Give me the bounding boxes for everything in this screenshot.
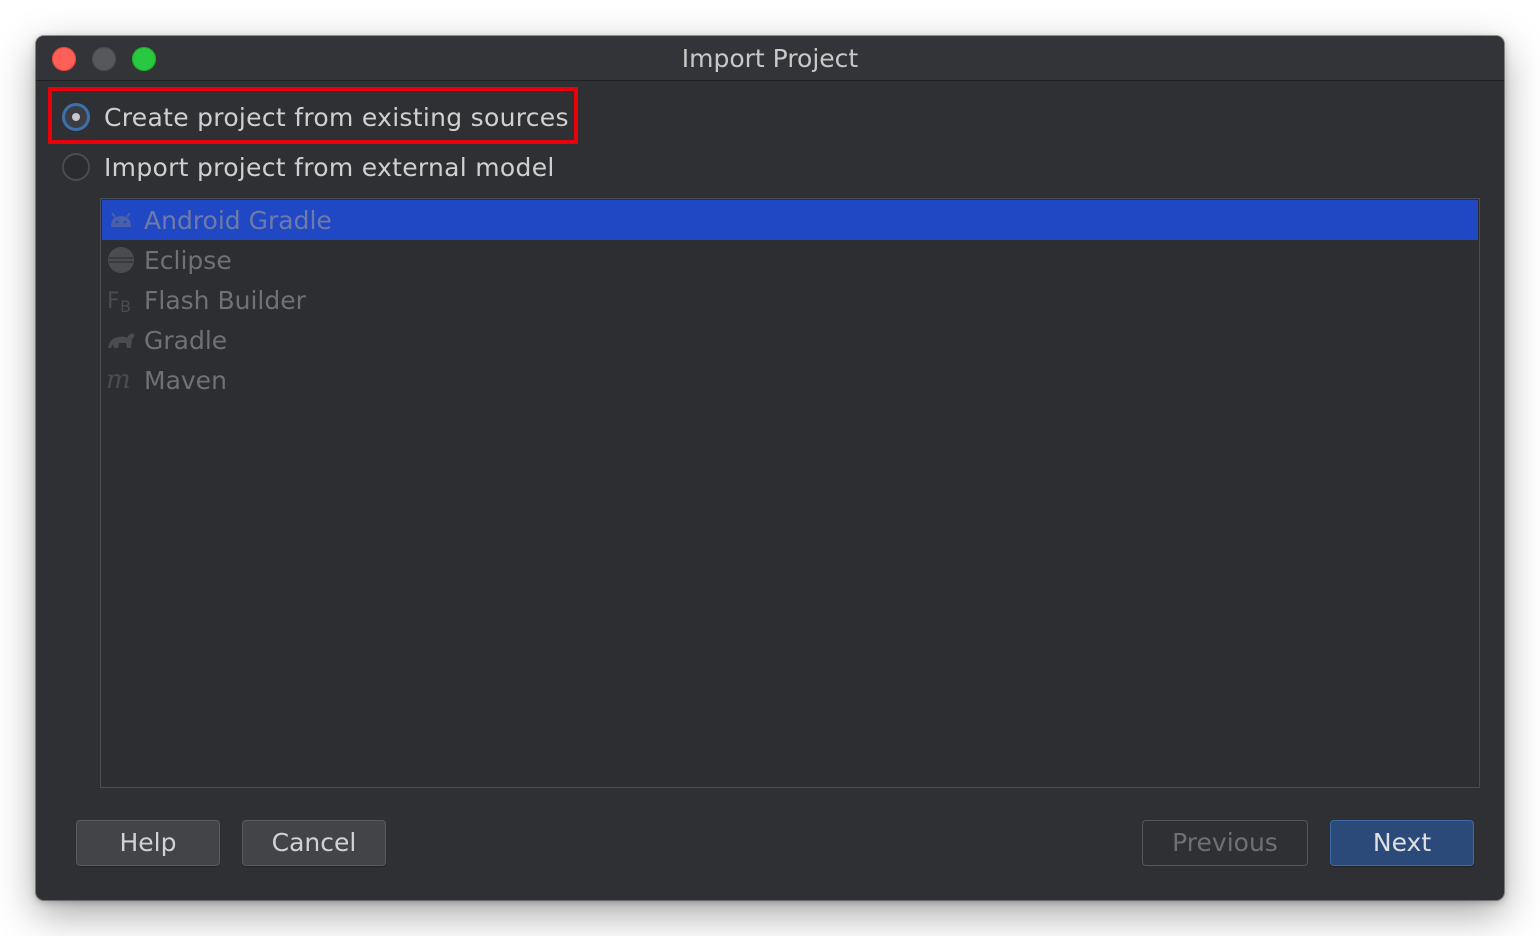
maven-icon: m bbox=[106, 365, 136, 395]
list-item-label: Eclipse bbox=[144, 245, 232, 275]
radio-selected[interactable] bbox=[62, 103, 90, 131]
list-item-gradle[interactable]: Gradle bbox=[102, 320, 1478, 360]
svg-text:F: F bbox=[107, 289, 120, 314]
option-label: Import project from external model bbox=[104, 152, 555, 182]
list-item-label: Android Gradle bbox=[144, 205, 332, 235]
flash-builder-icon: F B bbox=[106, 285, 136, 315]
list-item-label: Maven bbox=[144, 365, 227, 395]
list-item-android-gradle[interactable]: Android Gradle bbox=[102, 200, 1478, 240]
svg-text:B: B bbox=[120, 297, 131, 314]
option-create-from-existing-sources[interactable]: Create project from existing sources bbox=[62, 97, 569, 137]
list-item-label: Flash Builder bbox=[144, 285, 306, 315]
svg-text:m: m bbox=[106, 367, 131, 393]
title-bar: Import Project bbox=[36, 36, 1504, 81]
previous-button[interactable]: Previous bbox=[1142, 820, 1308, 866]
option-import-from-external-model[interactable]: Import project from external model bbox=[62, 147, 555, 187]
list-item-eclipse[interactable]: Eclipse bbox=[102, 240, 1478, 280]
radio-unselected[interactable] bbox=[62, 153, 90, 181]
gradle-icon bbox=[106, 325, 136, 355]
android-icon bbox=[106, 205, 136, 235]
next-button[interactable]: Next bbox=[1330, 820, 1474, 866]
cancel-button[interactable]: Cancel bbox=[242, 820, 386, 866]
window-title: Import Project bbox=[681, 44, 859, 73]
help-button[interactable]: Help bbox=[76, 820, 220, 866]
list-item-flash-builder[interactable]: F B Flash Builder bbox=[102, 280, 1478, 320]
option-label: Create project from existing sources bbox=[104, 102, 569, 132]
eclipse-icon bbox=[106, 245, 136, 275]
external-model-list[interactable]: Android Gradle Eclipse F B Flash Builder bbox=[100, 198, 1480, 788]
import-project-dialog: Import Project Create project from exist… bbox=[36, 36, 1504, 900]
list-item-maven[interactable]: m Maven bbox=[102, 360, 1478, 400]
list-item-label: Gradle bbox=[144, 325, 228, 355]
